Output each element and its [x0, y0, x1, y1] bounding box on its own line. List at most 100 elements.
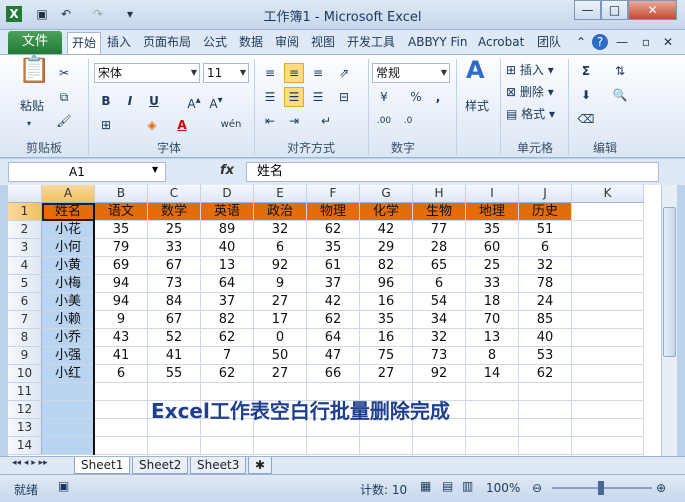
cell[interactable]	[95, 419, 148, 437]
scrollbar-thumb[interactable]	[663, 207, 676, 357]
row-header[interactable]: 2	[8, 221, 42, 239]
cell[interactable]	[95, 383, 148, 401]
row-header[interactable]: 6	[8, 293, 42, 311]
row-header[interactable]: 4	[8, 257, 42, 275]
file-tab[interactable]: 文件	[8, 31, 62, 54]
cell[interactable]: 英语	[201, 203, 254, 221]
row-header[interactable]: 9	[8, 347, 42, 365]
row-header[interactable]: 10	[8, 365, 42, 383]
cell[interactable]: 82	[360, 257, 413, 275]
cut-icon[interactable]: ✂	[54, 63, 74, 83]
merge-center-icon[interactable]: ⊟	[334, 87, 354, 107]
cell[interactable]: 34	[413, 311, 466, 329]
row-header[interactable]: 12	[8, 401, 42, 419]
cell[interactable]	[42, 383, 95, 401]
collapse-ribbon-icon[interactable]: ⌃	[573, 34, 589, 50]
orientation-icon[interactable]: ⇗	[334, 63, 354, 83]
cell[interactable]: 40	[201, 239, 254, 257]
align-top-icon[interactable]: ≡	[260, 63, 280, 83]
number-format-combo[interactable]: 常规 ▼	[372, 63, 450, 83]
cell[interactable]: 16	[360, 293, 413, 311]
cell[interactable]: 小花	[42, 221, 95, 239]
cell[interactable]: 35	[466, 221, 519, 239]
cell[interactable]: 小黄	[42, 257, 95, 275]
cell[interactable]: 62	[201, 329, 254, 347]
cell[interactable]: 73	[148, 275, 201, 293]
help-icon[interactable]: ?	[592, 34, 608, 50]
cell[interactable]: 6	[519, 239, 572, 257]
column-header[interactable]: A	[42, 185, 95, 203]
wrap-text-icon[interactable]: ↵	[316, 111, 336, 131]
cell[interactable]: 姓名	[42, 203, 95, 221]
grow-font-icon[interactable]: A▴	[184, 91, 204, 111]
format-painter-icon[interactable]: 🖌	[54, 111, 74, 131]
cell[interactable]: 85	[519, 311, 572, 329]
column-header[interactable]: D	[201, 185, 254, 203]
cell[interactable]: 27	[254, 365, 307, 383]
shrink-font-icon[interactable]: A▾	[206, 91, 226, 111]
cell[interactable]: 小乔	[42, 329, 95, 347]
sheet-tab-sheet3[interactable]: Sheet3	[190, 457, 247, 474]
cell[interactable]: 33	[466, 275, 519, 293]
cell[interactable]: 14	[466, 365, 519, 383]
row-header[interactable]: 7	[8, 311, 42, 329]
cell[interactable]: 小赖	[42, 311, 95, 329]
cell[interactable]: 28	[413, 239, 466, 257]
cell[interactable]	[307, 437, 360, 455]
cell[interactable]	[201, 437, 254, 455]
ribbon-restore-icon[interactable]: ▫	[638, 34, 654, 50]
sheet-tab-sheet2[interactable]: Sheet2	[132, 457, 189, 474]
ribbon-minimize-icon[interactable]: —	[614, 34, 630, 50]
cell[interactable]: 9	[254, 275, 307, 293]
cell[interactable]: 小强	[42, 347, 95, 365]
zoom-level[interactable]: 100%	[486, 481, 520, 495]
row-header[interactable]: 14	[8, 437, 42, 455]
tab-data[interactable]: 数据	[235, 32, 267, 54]
align-left-icon[interactable]: ☰	[260, 87, 280, 107]
cell[interactable]: 92	[413, 365, 466, 383]
cell[interactable]: 9	[95, 311, 148, 329]
column-header[interactable]: F	[307, 185, 360, 203]
cell[interactable]: 8	[466, 347, 519, 365]
cell[interactable]: 27	[254, 293, 307, 311]
select-all-corner[interactable]	[8, 185, 42, 203]
cell[interactable]: 52	[148, 329, 201, 347]
cell[interactable]	[519, 401, 572, 419]
column-header[interactable]: E	[254, 185, 307, 203]
column-header[interactable]: I	[466, 185, 519, 203]
font-size-combo[interactable]: 11 ▼	[203, 63, 249, 83]
align-bottom-icon[interactable]: ≡	[308, 63, 328, 83]
macro-record-icon[interactable]: ▣	[58, 479, 69, 493]
cell[interactable]: 60	[466, 239, 519, 257]
fill-icon[interactable]: ⬇	[576, 85, 596, 105]
paste-button[interactable]: 粘贴	[20, 97, 44, 115]
cell[interactable]: 42	[307, 293, 360, 311]
cell[interactable]	[572, 203, 644, 221]
cell[interactable]: 89	[201, 221, 254, 239]
cell[interactable]: 小梅	[42, 275, 95, 293]
cell[interactable]	[466, 437, 519, 455]
cell[interactable]: 语文	[95, 203, 148, 221]
close-button[interactable]: ✕	[628, 0, 677, 20]
cell[interactable]: 67	[148, 257, 201, 275]
cell[interactable]: 70	[466, 311, 519, 329]
insert-function-button[interactable]: fx	[220, 163, 234, 178]
tab-view[interactable]: 视图	[307, 32, 339, 54]
cell[interactable]	[254, 437, 307, 455]
cell[interactable]	[572, 311, 644, 329]
column-header[interactable]: G	[360, 185, 413, 203]
cell[interactable]	[519, 383, 572, 401]
cell[interactable]: 小何	[42, 239, 95, 257]
cell[interactable]	[42, 437, 95, 455]
new-sheet-icon[interactable]: ✱	[248, 457, 273, 474]
cell[interactable]	[95, 401, 148, 419]
cell[interactable]: 0	[254, 329, 307, 347]
cell[interactable]: 75	[360, 347, 413, 365]
cell[interactable]: 37	[307, 275, 360, 293]
cell[interactable]: 41	[95, 347, 148, 365]
maximize-button[interactable]: □	[601, 0, 628, 20]
cell[interactable]: 33	[148, 239, 201, 257]
cell[interactable]: 37	[201, 293, 254, 311]
clear-icon[interactable]: ⌫	[576, 109, 596, 129]
cell[interactable]: 32	[413, 329, 466, 347]
